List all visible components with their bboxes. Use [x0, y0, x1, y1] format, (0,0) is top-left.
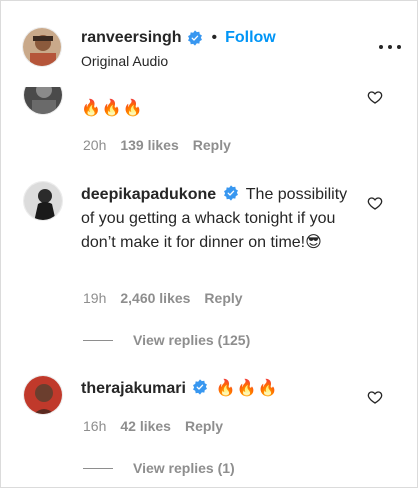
header-user-line: ranveersingh • Follow	[81, 29, 276, 47]
comment-likes[interactable]: 42 likes	[120, 418, 171, 434]
avatar[interactable]	[22, 27, 62, 67]
original-audio-link[interactable]: Original Audio	[81, 53, 168, 69]
reply-button[interactable]: Reply	[185, 418, 223, 434]
comment-emoji-text: 🔥🔥🔥	[81, 100, 144, 117]
comments-panel: 🔥🔥🔥 20h 139 likes Reply ranveersingh • F…	[0, 0, 418, 488]
verified-badge-icon	[188, 30, 203, 46]
like-heart-icon[interactable]	[367, 195, 383, 211]
comment-time[interactable]: 16h	[83, 418, 106, 434]
comment-meta: 20h 139 likes Reply	[83, 137, 231, 153]
reply-button[interactable]: Reply	[193, 137, 231, 153]
comment-likes[interactable]: 139 likes	[120, 137, 178, 153]
verified-badge-icon	[223, 185, 238, 201]
divider-line	[83, 467, 113, 469]
follow-button[interactable]: Follow	[225, 29, 276, 47]
verified-badge-icon	[193, 379, 208, 395]
like-heart-icon[interactable]	[367, 389, 383, 405]
comment-text: 🔥🔥🔥	[81, 97, 361, 121]
comment-time[interactable]: 19h	[83, 290, 106, 306]
like-heart-icon[interactable]	[367, 89, 383, 105]
view-replies-label: View replies (125)	[133, 332, 251, 348]
comment-emoji-text: 🔥🔥🔥	[215, 380, 279, 397]
comment-meta: 19h 2,460 likes Reply	[83, 290, 243, 306]
comment-text: deepikapadukone The possibility of you g…	[81, 183, 361, 255]
post-header: ranveersingh • Follow Original Audio	[1, 1, 417, 87]
view-replies-button[interactable]: View replies (1)	[83, 460, 235, 476]
comment-time[interactable]: 20h	[83, 137, 106, 153]
avatar[interactable]	[23, 375, 63, 415]
header-username[interactable]: ranveersingh	[81, 29, 181, 47]
header-separator: •	[211, 29, 218, 46]
comment-likes[interactable]: 2,460 likes	[120, 290, 190, 306]
comment-username[interactable]: therajakumari	[81, 380, 186, 397]
comment-meta: 16h 42 likes Reply	[83, 418, 223, 434]
reply-button[interactable]: Reply	[204, 290, 242, 306]
view-replies-button[interactable]: View replies (125)	[83, 332, 250, 348]
avatar[interactable]	[23, 181, 63, 221]
divider-line	[83, 339, 113, 341]
comment-text: therajakumari 🔥🔥🔥	[81, 377, 361, 401]
more-options-icon[interactable]	[377, 37, 403, 57]
view-replies-label: View replies (1)	[133, 460, 235, 476]
comment-username[interactable]: deepikapadukone	[81, 186, 216, 203]
